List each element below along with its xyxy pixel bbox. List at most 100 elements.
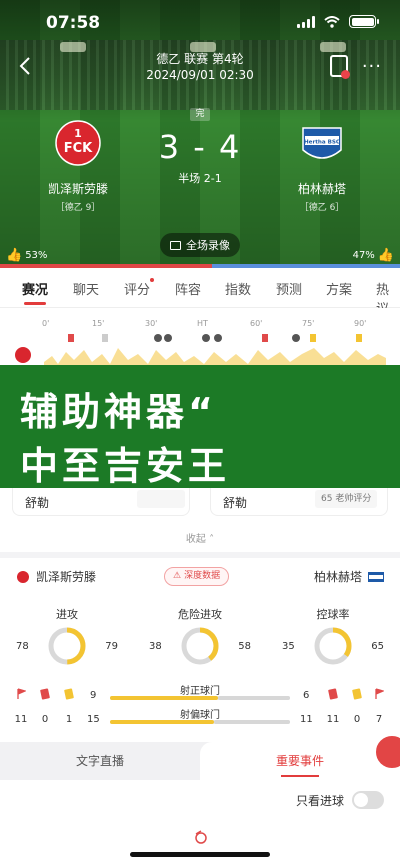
- ring-away-value: 79: [105, 641, 118, 652]
- ring-away-value: 58: [238, 641, 251, 652]
- thumbs-up-icon: 👍: [6, 248, 23, 263]
- stats-header: 凯泽斯劳滕 ⚠ 深度数据 柏林赫塔: [0, 567, 400, 588]
- match-status-badge: 完: [190, 108, 210, 121]
- home-yellow-count: 1: [65, 714, 73, 725]
- home-vote-percent: 53%: [25, 250, 48, 261]
- home-vote[interactable]: 👍 53%: [6, 248, 47, 263]
- stats-home-name: 凯泽斯劳滕: [36, 570, 97, 584]
- card-icon: [262, 334, 268, 342]
- stats-away-name: 柏林赫塔: [313, 570, 362, 584]
- ad-banner[interactable]: 辅助神器“ 中至吉安王: [0, 365, 400, 497]
- tab-chat[interactable]: 聊天: [73, 279, 99, 298]
- bar-stat-shots-on-target: 射正球门 9 6: [0, 686, 400, 708]
- home-corner-count: 11: [14, 714, 28, 725]
- tab-text-live[interactable]: 文字直播: [0, 742, 200, 780]
- full-replay-button[interactable]: 全场录像: [160, 233, 240, 257]
- svg-text:Hertha BSC: Hertha BSC: [304, 140, 340, 146]
- ring-chart: [48, 627, 86, 665]
- timeline-tick: HT: [197, 319, 208, 328]
- ring-home-value: 78: [16, 641, 29, 652]
- away-red-count: 11: [326, 714, 340, 725]
- tab-live[interactable]: 赛况: [22, 279, 48, 298]
- tab-rating[interactable]: 评分: [124, 279, 150, 298]
- bar-home-value: 15: [87, 714, 100, 725]
- bar-track: [110, 696, 290, 700]
- ring-stat-attack: 进攻 78 79: [7, 606, 127, 670]
- stats-away-team: 柏林赫塔: [314, 568, 384, 585]
- goals-only-label: 只看进球: [295, 794, 344, 808]
- bar-home-fill: [110, 720, 215, 724]
- bar-stat-shots-off-target: 射偏球门 11 0 1 15 11 11 0 7: [0, 710, 400, 732]
- ring-title: 控球率: [316, 608, 350, 621]
- yellow-card-icon: [352, 688, 362, 700]
- screen-cast-icon[interactable]: [330, 55, 350, 79]
- bar-away-fill: [214, 720, 290, 724]
- deep-data-label: 深度数据: [184, 571, 221, 581]
- active-subtab-underline: [281, 775, 319, 777]
- ring-title: 危险进攻: [178, 608, 222, 621]
- status-icons: [297, 15, 379, 28]
- match-header: 07:58 德乙 联赛 第4轮 2024/09/01 02:30 ··· 完 1…: [0, 0, 400, 268]
- bar-track: [110, 720, 290, 724]
- stats-home-team: 凯泽斯劳滕: [16, 568, 96, 585]
- more-icon[interactable]: ···: [362, 56, 382, 77]
- battery-icon: [349, 15, 379, 28]
- timeline-tick: 0': [42, 319, 50, 328]
- goals-only-toggle[interactable]: [352, 791, 384, 809]
- away-team-rank: ［德乙 6］: [299, 203, 345, 213]
- bar-away-value: 6: [303, 690, 310, 701]
- away-vote[interactable]: 47% 👍: [353, 248, 394, 263]
- goal-icon: [214, 334, 222, 342]
- wifi-icon: [324, 15, 340, 28]
- card-icon: [356, 334, 362, 342]
- match-tabs: 赛况 聊天 评分 阵容 指数 预测 方案 热议: [0, 268, 400, 317]
- nav-bar: 德乙 联赛 第4轮 2024/09/01 02:30 ···: [0, 46, 400, 86]
- timeline-tick: 30': [145, 319, 158, 328]
- timeline-tick: 15': [92, 319, 105, 328]
- status-time: 07:58: [46, 13, 101, 33]
- tab-odds[interactable]: 指数: [225, 279, 251, 298]
- bar-away-fill: [218, 696, 290, 700]
- home-crest-icon: [15, 347, 31, 363]
- card-icon: [68, 334, 74, 342]
- tab-lineup[interactable]: 阵容: [175, 279, 201, 298]
- timeline-event-icons: [68, 334, 362, 342]
- corner-flag-icon: [375, 688, 384, 699]
- away-vote-percent: 47%: [352, 250, 375, 261]
- home-indicator: [130, 852, 270, 857]
- warning-icon: ⚠: [173, 571, 182, 581]
- away-team[interactable]: Hertha BSC 柏林赫塔 ［德乙 6］: [262, 120, 382, 213]
- ring-stat-dangerous-attack: 危险进攻 38 58: [140, 606, 260, 670]
- card-icon: [310, 334, 316, 342]
- goals-filter-row: 只看进球: [0, 780, 400, 820]
- timeline-tick: 90': [354, 319, 367, 328]
- event-feed: [0, 820, 400, 865]
- ring-chart: [181, 627, 219, 665]
- full-replay-label: 全场录像: [186, 239, 230, 252]
- yellow-card-icon: [64, 688, 74, 700]
- away-crest-icon: [368, 571, 384, 582]
- away-crest-icon: Hertha BSC: [302, 127, 342, 159]
- collapse-button[interactable]: 收起 ˄: [0, 530, 400, 545]
- film-icon: [170, 240, 181, 250]
- banner-line-2: 中至吉安王: [20, 444, 231, 488]
- home-coach-tag: [137, 490, 185, 508]
- away-coach[interactable]: 舒勒 65 老帅评分: [210, 488, 388, 516]
- ring-title: 进攻: [56, 608, 78, 621]
- goal-icon: [292, 334, 300, 342]
- away-coach-name: 舒勒: [223, 496, 248, 510]
- coach-row: 舒勒 舒勒 65 老帅评分: [0, 488, 400, 524]
- away-yellow-count: 0: [353, 714, 361, 725]
- thumbs-up-icon: 👍: [377, 248, 394, 263]
- tab-prediction[interactable]: 预测: [276, 279, 302, 298]
- deep-data-button[interactable]: ⚠ 深度数据: [164, 567, 230, 586]
- tab-plans[interactable]: 方案: [326, 279, 352, 298]
- status-bar: 07:58: [0, 0, 400, 46]
- corner-flag-icon: [17, 688, 26, 699]
- home-coach[interactable]: 舒勒: [12, 488, 190, 516]
- bar-away-value: 11: [300, 714, 313, 725]
- timeline-tick: 75': [302, 319, 315, 328]
- home-red-count: 0: [41, 714, 49, 725]
- timeline-tick: 60': [250, 319, 263, 328]
- active-tab-underline: [24, 302, 46, 305]
